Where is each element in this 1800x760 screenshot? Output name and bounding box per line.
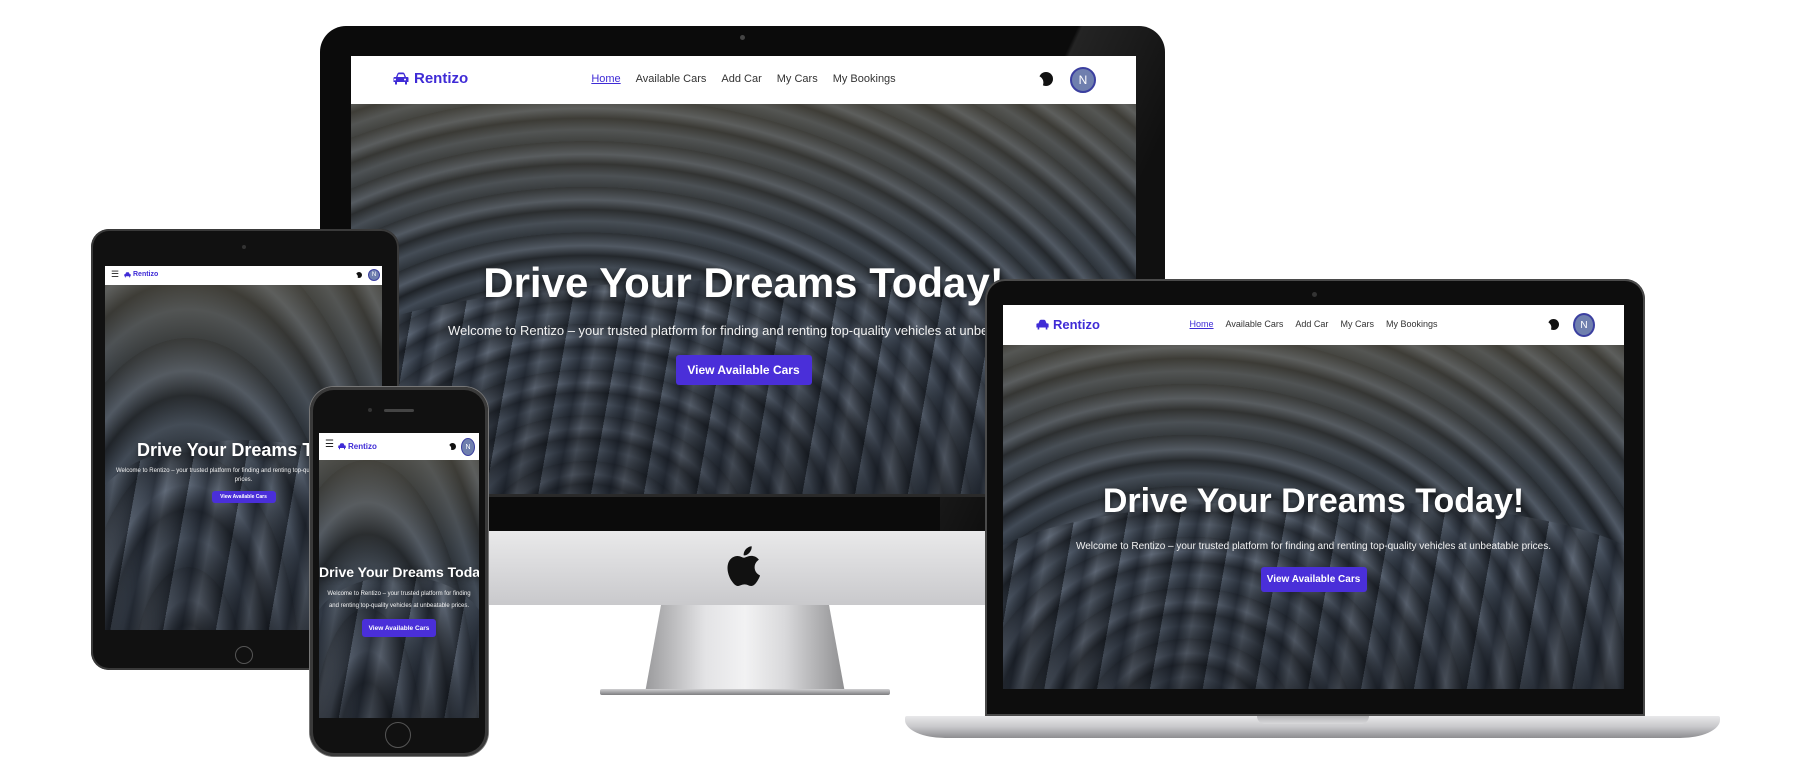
brand-logo[interactable]: Rentizo <box>1036 317 1100 332</box>
view-available-cars-button[interactable]: View Available Cars <box>675 355 812 385</box>
nav-link-add-car[interactable]: Add Car <box>1295 319 1328 329</box>
moon-icon[interactable] <box>356 272 362 278</box>
avatar-initial: N <box>465 443 471 451</box>
menu-icon[interactable]: ☰ <box>111 269 119 280</box>
avatar-initial: N <box>1078 73 1088 87</box>
nav-link-my-cars[interactable]: My Cars <box>1340 319 1374 329</box>
brand-logo[interactable]: Rentizo <box>338 442 377 451</box>
tablet-camera <box>242 245 246 249</box>
nav-links: Home Available Cars Add Car My Cars My B… <box>591 73 895 85</box>
nav-link-available-cars[interactable]: Available Cars <box>636 73 707 85</box>
menu-icon[interactable]: ☰ <box>325 439 334 450</box>
nav-link-my-bookings[interactable]: My Bookings <box>1386 319 1438 329</box>
nav-link-my-cars[interactable]: My Cars <box>777 73 818 85</box>
hero-title: Drive Your Dreams To <box>137 440 324 460</box>
car-icon <box>393 72 409 84</box>
phone-screen: ☰ Rentizo N Drive Your Dreams Today! Wel… <box>319 433 479 718</box>
navbar: ☰ Rentizo N <box>105 266 382 285</box>
nav-links: Home Available Cars Add Car My Cars My B… <box>1190 319 1438 329</box>
hero-subtitle: Welcome to Rentizo – your trusted platfo… <box>116 468 313 474</box>
view-available-cars-button[interactable]: View Available Cars <box>211 491 276 503</box>
phone-camera <box>368 408 372 412</box>
imac-stand <box>645 605 845 693</box>
avatar-initial: N <box>371 272 377 278</box>
apple-logo-icon <box>725 545 761 592</box>
avatar[interactable]: N <box>1573 313 1595 337</box>
brand-logo[interactable]: Rentizo <box>124 271 158 278</box>
hero-car-image <box>319 576 479 718</box>
laptop-screen: Rentizo Home Available Cars Add Car My C… <box>1003 305 1624 689</box>
hero-car-image <box>1003 499 1624 689</box>
nav-link-add-car[interactable]: Add Car <box>721 73 761 85</box>
car-icon <box>338 443 346 450</box>
tablet-home-button[interactable] <box>235 646 253 664</box>
imac-base <box>600 689 890 695</box>
view-available-cars-button[interactable]: View Available Cars <box>362 619 436 637</box>
nav-link-available-cars[interactable]: Available Cars <box>1226 319 1284 329</box>
avatar-initial: N <box>1580 319 1588 331</box>
view-available-cars-button[interactable]: View Available Cars <box>1260 567 1367 592</box>
imac-camera <box>740 35 745 40</box>
brand-name: Rentizo <box>348 442 377 451</box>
phone-home-button[interactable] <box>385 722 411 748</box>
brand-name: Rentizo <box>414 70 469 87</box>
brand-logo[interactable]: Rentizo <box>393 70 468 87</box>
laptop-camera <box>1312 292 1317 297</box>
hero-title: Drive Your Dreams Today! <box>1102 482 1525 520</box>
nav-link-my-bookings[interactable]: My Bookings <box>833 73 896 85</box>
navbar: ☰ Rentizo N <box>319 433 479 460</box>
hero-subtitle: Welcome to Rentizo – your trusted platfo… <box>1075 541 1552 552</box>
brand-name: Rentizo <box>1053 317 1100 332</box>
navbar: Rentizo Home Available Cars Add Car My C… <box>1003 305 1624 345</box>
moon-icon[interactable] <box>1548 319 1559 330</box>
moon-icon[interactable] <box>1039 72 1053 86</box>
car-icon <box>124 271 131 277</box>
nav-link-home[interactable]: Home <box>591 73 620 85</box>
avatar[interactable]: N <box>461 438 475 456</box>
phone-speaker <box>384 409 414 412</box>
laptop-notch <box>1257 716 1369 724</box>
moon-icon[interactable] <box>449 443 456 450</box>
avatar[interactable]: N <box>1070 67 1096 93</box>
hero-subtitle-line1: Welcome to Rentizo – your trusted platfo… <box>327 591 471 597</box>
hero-subtitle: Welcome to Rentizo – your trusted platfo… <box>448 323 1007 338</box>
brand-name: Rentizo <box>133 271 159 278</box>
hero: Drive Your Dreams Today! Welcome to Rent… <box>319 460 479 718</box>
nav-link-home[interactable]: Home <box>1190 319 1214 329</box>
hero: Drive Your Dreams Today! Welcome to Rent… <box>1003 345 1624 689</box>
hero-subtitle-line2: and renting top-quality vehicles at unbe… <box>328 603 470 609</box>
car-icon <box>1036 319 1049 329</box>
navbar: Rentizo Home Available Cars Add Car My C… <box>351 56 1136 104</box>
hero-title: Drive Your Dreams Today! <box>319 564 479 580</box>
avatar[interactable]: N <box>368 269 380 281</box>
